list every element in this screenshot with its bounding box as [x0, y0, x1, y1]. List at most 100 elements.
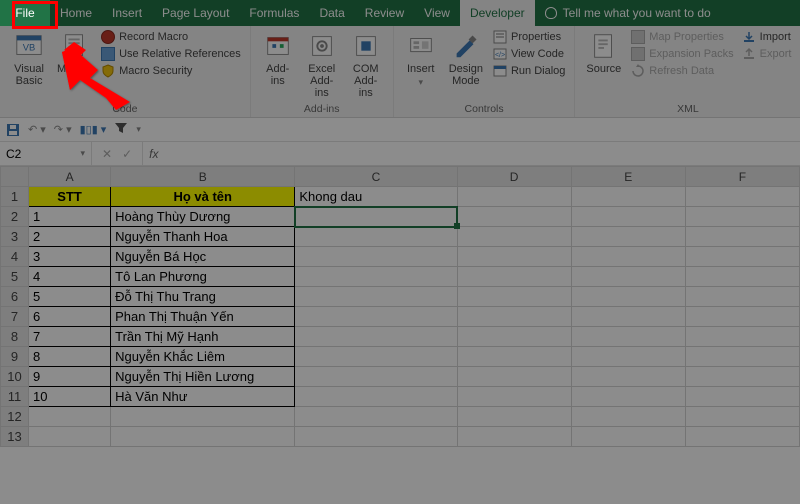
cell[interactable]	[457, 387, 571, 407]
cell[interactable]	[685, 407, 799, 427]
cell[interactable]	[571, 247, 685, 267]
cell[interactable]	[29, 427, 111, 447]
row-header[interactable]: 8	[1, 327, 29, 347]
com-addins-button[interactable]: COM Add-ins	[345, 29, 387, 101]
row-header[interactable]: 9	[1, 347, 29, 367]
row-header[interactable]: 1	[1, 187, 29, 207]
tab-review[interactable]: Review	[355, 0, 414, 26]
cell[interactable]	[685, 287, 799, 307]
tab-view[interactable]: View	[414, 0, 460, 26]
qat-more-icon[interactable]: ▾	[136, 124, 141, 135]
cell[interactable]	[457, 187, 571, 207]
cell[interactable]: 10	[29, 387, 111, 407]
cell[interactable]: Đỗ Thị Thu Trang	[111, 287, 295, 307]
cell[interactable]: 1	[29, 207, 111, 227]
row-header[interactable]: 2	[1, 207, 29, 227]
cell[interactable]	[295, 327, 457, 347]
cell[interactable]	[295, 207, 457, 227]
refresh-data-button[interactable]: Refresh Data	[628, 63, 736, 79]
row-header[interactable]: 4	[1, 247, 29, 267]
cell[interactable]	[571, 407, 685, 427]
cell[interactable]	[295, 347, 457, 367]
cell[interactable]	[571, 287, 685, 307]
cell[interactable]: STT	[29, 187, 111, 207]
cell[interactable]	[29, 407, 111, 427]
cell[interactable]: Trần Thị Mỹ Hạnh	[111, 327, 295, 347]
tab-page-layout[interactable]: Page Layout	[152, 0, 239, 26]
cell[interactable]	[685, 307, 799, 327]
cell[interactable]: 4	[29, 267, 111, 287]
tab-developer[interactable]: Developer	[460, 0, 535, 26]
cell[interactable]: Hà Văn Như	[111, 387, 295, 407]
cell[interactable]	[571, 427, 685, 447]
cell[interactable]	[457, 247, 571, 267]
cell[interactable]: Phan Thị Thuận Yến	[111, 307, 295, 327]
name-box[interactable]: ▾	[0, 142, 92, 165]
tab-insert[interactable]: Insert	[102, 0, 152, 26]
cell[interactable]	[571, 187, 685, 207]
col-header[interactable]: E	[571, 167, 685, 187]
cell[interactable]: 9	[29, 367, 111, 387]
cell[interactable]	[295, 407, 457, 427]
cell[interactable]	[295, 287, 457, 307]
tell-me[interactable]: Tell me what you want to do	[535, 0, 721, 26]
cell[interactable]: 8	[29, 347, 111, 367]
view-code-button[interactable]: </>View Code	[490, 46, 568, 62]
cell[interactable]	[457, 267, 571, 287]
row-header[interactable]: 5	[1, 267, 29, 287]
cell[interactable]	[295, 387, 457, 407]
source-button[interactable]: Source	[581, 29, 626, 101]
cell[interactable]	[571, 327, 685, 347]
fx-label[interactable]: fx	[143, 142, 164, 165]
cell[interactable]: Họ và tên	[111, 187, 295, 207]
row-header[interactable]: 3	[1, 227, 29, 247]
cell[interactable]	[685, 387, 799, 407]
cell[interactable]: 2	[29, 227, 111, 247]
cell[interactable]	[571, 387, 685, 407]
cell[interactable]	[685, 347, 799, 367]
cell[interactable]: Hoàng Thùy Dương	[111, 207, 295, 227]
cell[interactable]	[111, 407, 295, 427]
cell[interactable]	[295, 247, 457, 267]
name-box-input[interactable]	[6, 147, 66, 161]
select-all-corner[interactable]	[1, 167, 29, 187]
cell[interactable]	[685, 207, 799, 227]
cell[interactable]	[457, 207, 571, 227]
row-header[interactable]: 13	[1, 427, 29, 447]
excel-addins-button[interactable]: Excel Add-ins	[301, 29, 343, 101]
map-properties-button[interactable]: Map Properties	[628, 29, 736, 45]
cell[interactable]	[295, 307, 457, 327]
cell[interactable]	[111, 427, 295, 447]
tab-formulas[interactable]: Formulas	[239, 0, 309, 26]
cell[interactable]	[295, 267, 457, 287]
enter-icon[interactable]: ✓	[122, 147, 132, 161]
cell[interactable]	[295, 367, 457, 387]
spreadsheet-grid[interactable]: A B C D E F 1STTHọ và tênKhong dau21Hoàn…	[0, 166, 800, 447]
formula-input[interactable]	[164, 142, 800, 165]
undo-icon[interactable]: ↶ ▾	[28, 123, 46, 136]
col-header[interactable]: D	[457, 167, 571, 187]
row-header[interactable]: 10	[1, 367, 29, 387]
cell[interactable]	[571, 367, 685, 387]
export-button[interactable]: Export	[739, 46, 795, 62]
cell[interactable]	[685, 427, 799, 447]
cell[interactable]	[457, 407, 571, 427]
cell[interactable]	[685, 367, 799, 387]
addins-button[interactable]: Add- ins	[257, 29, 299, 101]
cell[interactable]: Tô Lan Phương	[111, 267, 295, 287]
col-header[interactable]: A	[29, 167, 111, 187]
cell[interactable]	[457, 427, 571, 447]
cell[interactable]: 5	[29, 287, 111, 307]
expansion-packs-button[interactable]: Expansion Packs	[628, 46, 736, 62]
properties-button[interactable]: Properties	[490, 29, 568, 45]
cell[interactable]	[685, 187, 799, 207]
cancel-icon[interactable]: ✕	[102, 147, 112, 161]
cell[interactable]: Nguyễn Khắc Liêm	[111, 347, 295, 367]
cell[interactable]: 6	[29, 307, 111, 327]
cell[interactable]: 3	[29, 247, 111, 267]
cell[interactable]	[571, 207, 685, 227]
cell[interactable]	[457, 287, 571, 307]
row-header[interactable]: 11	[1, 387, 29, 407]
run-dialog-button[interactable]: Run Dialog	[490, 63, 568, 79]
cell[interactable]: Nguyễn Thị Hiền Lương	[111, 367, 295, 387]
